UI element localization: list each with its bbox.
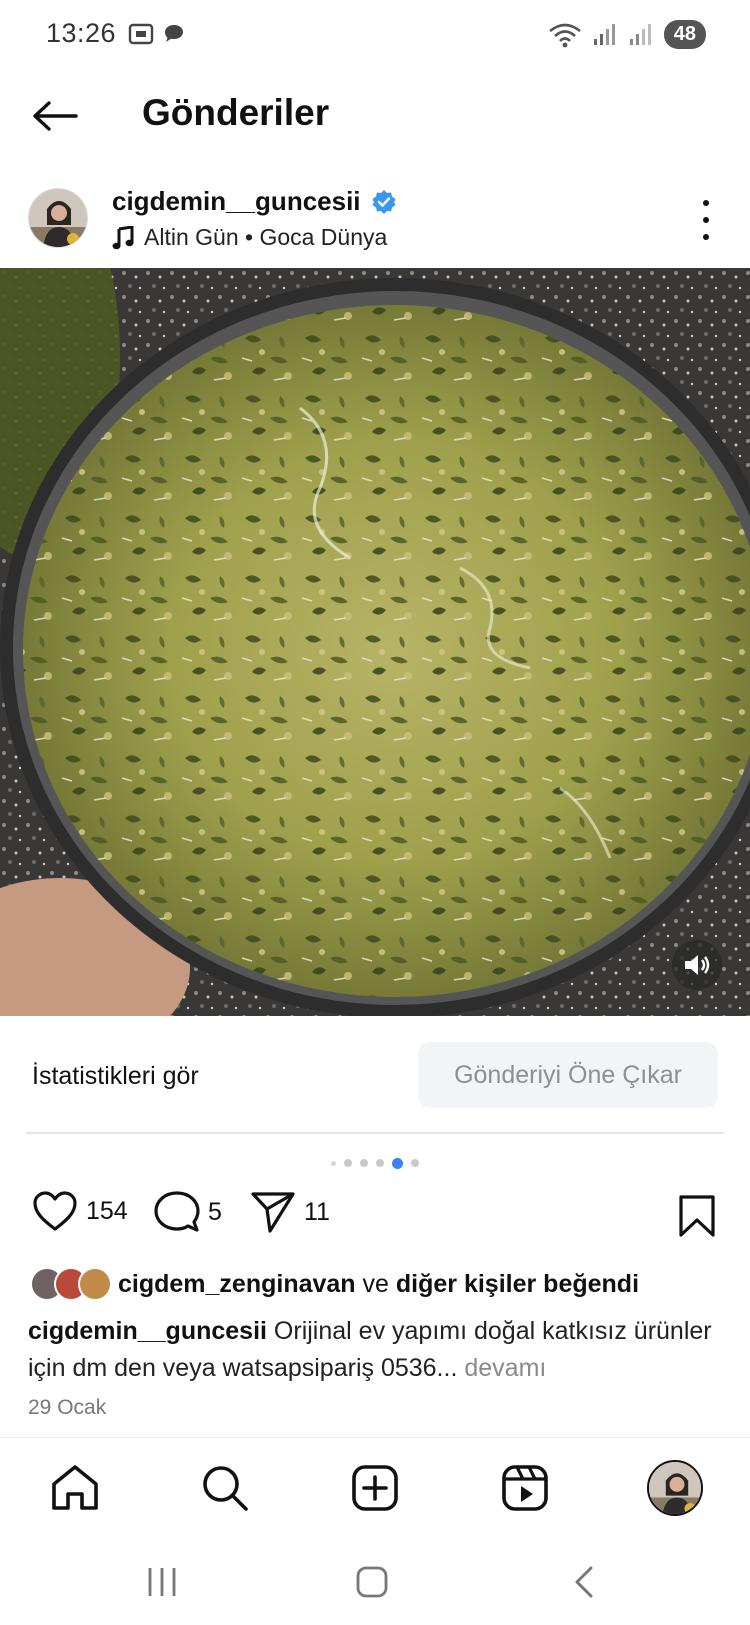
system-nav-bar bbox=[0, 1540, 750, 1625]
username-row: cigdemin__guncesii bbox=[112, 186, 397, 217]
soup-photo bbox=[0, 268, 750, 1016]
likes-count: 154 bbox=[86, 1196, 128, 1225]
actions-row: 154 5 11 bbox=[0, 1190, 750, 1246]
dot-icon bbox=[703, 217, 709, 223]
wifi-icon bbox=[548, 23, 581, 47]
carousel-dot bbox=[344, 1159, 352, 1167]
liked-by-connector: ve bbox=[362, 1269, 389, 1298]
speaker-icon bbox=[685, 955, 710, 975]
reels-icon bbox=[502, 1465, 548, 1511]
profile-avatar bbox=[647, 1460, 703, 1516]
recent-apps-icon bbox=[148, 1568, 176, 1596]
bottom-nav bbox=[0, 1437, 750, 1537]
nav-home[interactable] bbox=[47, 1460, 103, 1516]
back-system-button[interactable] bbox=[562, 1562, 606, 1602]
username[interactable]: cigdemin__guncesii bbox=[112, 186, 361, 217]
liker-avatars bbox=[30, 1267, 112, 1301]
carousel-dot bbox=[411, 1159, 419, 1167]
back-chevron-icon bbox=[575, 1566, 593, 1598]
carousel-dot-active bbox=[392, 1157, 403, 1169]
recent-apps-button[interactable] bbox=[140, 1562, 184, 1602]
like-action[interactable]: 154 bbox=[32, 1190, 128, 1232]
status-icons-right: 48 bbox=[548, 20, 706, 49]
save-button[interactable] bbox=[678, 1194, 716, 1243]
add-post-icon bbox=[352, 1465, 398, 1511]
divider bbox=[26, 1132, 724, 1134]
music-row[interactable]: Altin Gün • Goca Dünya bbox=[112, 224, 387, 251]
heart-icon bbox=[33, 1191, 77, 1231]
status-icons-left bbox=[128, 22, 186, 46]
battery-indicator: 48 bbox=[663, 20, 706, 49]
profile-avatar-image bbox=[649, 1462, 701, 1514]
status-bar: 13:26 48 bbox=[0, 0, 750, 70]
liked-by-text: cigdem_zenginavan ve diğer kişiler beğen… bbox=[118, 1270, 639, 1299]
avatar-image bbox=[29, 189, 87, 247]
music-note-icon bbox=[112, 225, 134, 249]
carousel-dot bbox=[376, 1159, 384, 1167]
caption-more-link[interactable]: devamı bbox=[464, 1354, 546, 1382]
more-options-button[interactable] bbox=[696, 200, 716, 240]
home-square-icon bbox=[356, 1566, 388, 1598]
liker-avatar bbox=[78, 1267, 112, 1301]
post-caption: cigdemin__guncesii Orijinal ev yapımı do… bbox=[28, 1313, 728, 1387]
back-button[interactable] bbox=[30, 92, 80, 140]
verified-badge-icon bbox=[372, 189, 396, 214]
view-insights-link[interactable]: İstatistikleri gör bbox=[32, 1062, 199, 1091]
nav-profile[interactable] bbox=[647, 1460, 703, 1516]
post-image[interactable] bbox=[0, 268, 750, 1016]
bookmark-icon bbox=[679, 1195, 715, 1237]
liked-by-user[interactable]: cigdem_zenginavan bbox=[118, 1270, 356, 1298]
comment-action[interactable]: 5 bbox=[154, 1190, 222, 1234]
liked-by-row[interactable]: cigdem_zenginavan ve diğer kişiler beğen… bbox=[30, 1264, 639, 1304]
page-header: Gönderiler bbox=[0, 80, 750, 152]
home-system-button[interactable] bbox=[350, 1562, 394, 1602]
nav-search[interactable] bbox=[197, 1460, 253, 1516]
back-arrow-icon bbox=[33, 101, 78, 131]
post-date: 29 Ocak bbox=[28, 1396, 107, 1419]
home-icon bbox=[52, 1465, 98, 1510]
share-action[interactable]: 11 bbox=[250, 1190, 330, 1234]
nav-create[interactable] bbox=[347, 1460, 403, 1516]
carousel-indicator bbox=[0, 1157, 750, 1169]
promote-post-button[interactable]: Gönderiyi Öne Çıkar bbox=[418, 1042, 718, 1108]
shares-count: 11 bbox=[304, 1197, 330, 1226]
signal-icon-2 bbox=[629, 23, 651, 45]
status-time: 13:26 bbox=[46, 18, 117, 48]
carousel-dot bbox=[331, 1160, 336, 1166]
dot-icon bbox=[703, 200, 709, 206]
carousel-dot bbox=[360, 1159, 368, 1167]
dot-icon bbox=[703, 234, 709, 240]
comments-count: 5 bbox=[208, 1197, 222, 1226]
chat-bubble-icon bbox=[165, 25, 183, 42]
stats-row: İstatistikleri gör Gönderiyi Öne Çıkar bbox=[0, 1042, 750, 1110]
send-icon bbox=[251, 1192, 295, 1233]
sound-toggle-button[interactable] bbox=[672, 940, 722, 990]
avatar[interactable] bbox=[28, 188, 88, 248]
search-icon bbox=[203, 1466, 248, 1511]
comment-icon bbox=[154, 1191, 200, 1232]
music-title: Altin Gün • Goca Dünya bbox=[144, 224, 388, 250]
page-title: Gönderiler bbox=[142, 92, 330, 133]
post-header: cigdemin__guncesii Altin Gün • Goca Düny… bbox=[0, 182, 750, 262]
liked-by-rest[interactable]: diğer kişiler beğendi bbox=[396, 1270, 639, 1298]
signal-icon bbox=[593, 23, 615, 45]
caption-username[interactable]: cigdemin__guncesii bbox=[28, 1317, 267, 1345]
nav-reels[interactable] bbox=[497, 1460, 553, 1516]
screenshot-icon bbox=[128, 23, 154, 45]
